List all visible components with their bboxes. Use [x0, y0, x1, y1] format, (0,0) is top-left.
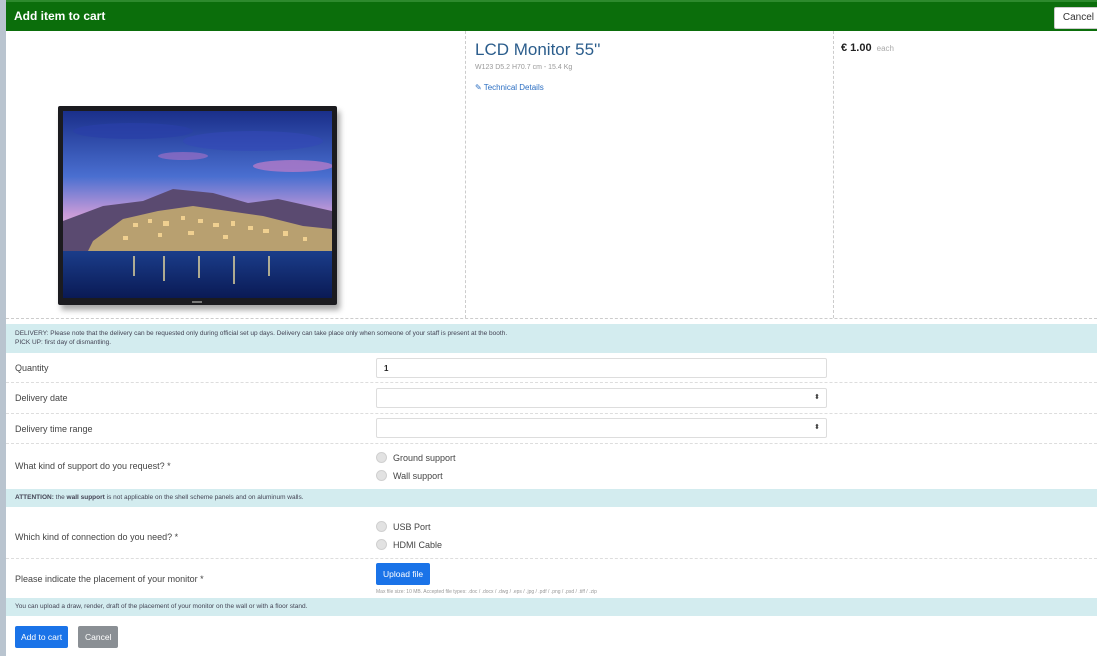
product-image-column [6, 31, 465, 318]
support-row: What kind of support do you request? * G… [6, 444, 1097, 488]
radio-circle-icon [376, 470, 387, 482]
delivery-time-select[interactable]: ⬍ [376, 418, 827, 438]
upload-hint: Max file size: 10 MB. Accepted file type… [376, 589, 597, 595]
header-cancel-button[interactable]: Cancel [1053, 7, 1097, 29]
quantity-input[interactable]: 1 [376, 358, 827, 378]
quantity-label: Quantity [15, 363, 49, 373]
delivery-notice-line-2: PICK UP: first day of dismantling. [15, 339, 112, 346]
product-info-column: LCD Monitor 55'' W123 D5.2 H70.7 cm - 15… [465, 31, 834, 318]
product-name: LCD Monitor 55'' [475, 40, 601, 59]
pencil-icon: ✎ [475, 83, 482, 92]
technical-details-link[interactable]: ✎ Technical Details [475, 83, 544, 92]
cancel-button[interactable]: Cancel [78, 626, 119, 648]
placement-label: Please indicate the placement of your mo… [15, 574, 204, 584]
attention-bold: wall support [66, 494, 105, 501]
radio-circle-icon [376, 539, 387, 551]
attention-notice: ATTENTION: the wall support is not appli… [6, 489, 1097, 507]
modal-header: Add item to cart Cancel [6, 0, 1097, 31]
monitor-screen-image [63, 111, 332, 298]
delivery-date-label: Delivery date [15, 393, 68, 403]
product-dimensions: W123 D5.2 H70.7 cm - 15.4 Kg [475, 64, 573, 71]
connection-row: Which kind of connection do you need? * … [6, 513, 1097, 559]
connection-label: Which kind of connection do you need? * [15, 532, 179, 542]
radio-label: Wall support [393, 471, 443, 481]
monitor-logo [192, 301, 202, 303]
upload-file-button[interactable]: Upload file [376, 563, 431, 585]
lcd-monitor-photo [58, 106, 337, 305]
radio-hdmi-cable[interactable]: HDMI Cable [376, 539, 443, 551]
radio-label: USB Port [393, 522, 431, 532]
product-price: € 1.00 each [841, 42, 894, 54]
radio-label: Ground support [393, 453, 456, 463]
modal-title: Add item to cart [14, 9, 106, 23]
radio-circle-icon [376, 452, 387, 464]
add-to-cart-modal: Add item to cart Cancel LCD Monitor 55''… [6, 0, 1097, 656]
quantity-row: Quantity 1 [6, 355, 1097, 383]
radio-label: HDMI Cable [393, 540, 443, 550]
harbor-landscape-image [63, 111, 332, 298]
delivery-date-select[interactable]: ⬍ [376, 388, 827, 408]
price-unit: each [876, 44, 895, 53]
select-arrows-icon: ⬍ [814, 394, 820, 401]
radio-circle-icon [376, 521, 387, 533]
technical-details-label: Technical Details [483, 83, 544, 92]
support-label: What kind of support do you request? * [15, 461, 171, 471]
select-arrows-icon: ⬍ [814, 424, 820, 431]
upload-notice: You can upload a draw, render, draft of … [6, 598, 1097, 616]
attention-mid: the [53, 494, 67, 501]
delivery-notice: DELIVERY: Please note that the delivery … [6, 324, 1097, 353]
delivery-time-label: Delivery time range [15, 424, 93, 434]
delivery-date-row: Delivery date ⬍ [6, 383, 1097, 414]
radio-wall-support[interactable]: Wall support [376, 470, 443, 482]
radio-usb-port[interactable]: USB Port [376, 521, 431, 533]
price-value: € 1.00 [841, 42, 872, 54]
radio-ground-support[interactable]: Ground support [376, 452, 456, 464]
product-price-column: € 1.00 each [833, 31, 1097, 318]
add-to-cart-button[interactable]: Add to cart [15, 626, 69, 648]
attention-prefix: ATTENTION: [15, 494, 54, 501]
attention-rest: is not applicable on the shell scheme pa… [104, 494, 304, 501]
delivery-notice-line-1: DELIVERY: Please note that the delivery … [15, 330, 508, 337]
delivery-time-row: Delivery time range ⬍ [6, 414, 1097, 444]
product-section: LCD Monitor 55'' W123 D5.2 H70.7 cm - 15… [6, 31, 1097, 319]
quantity-value: 1 [384, 364, 389, 373]
